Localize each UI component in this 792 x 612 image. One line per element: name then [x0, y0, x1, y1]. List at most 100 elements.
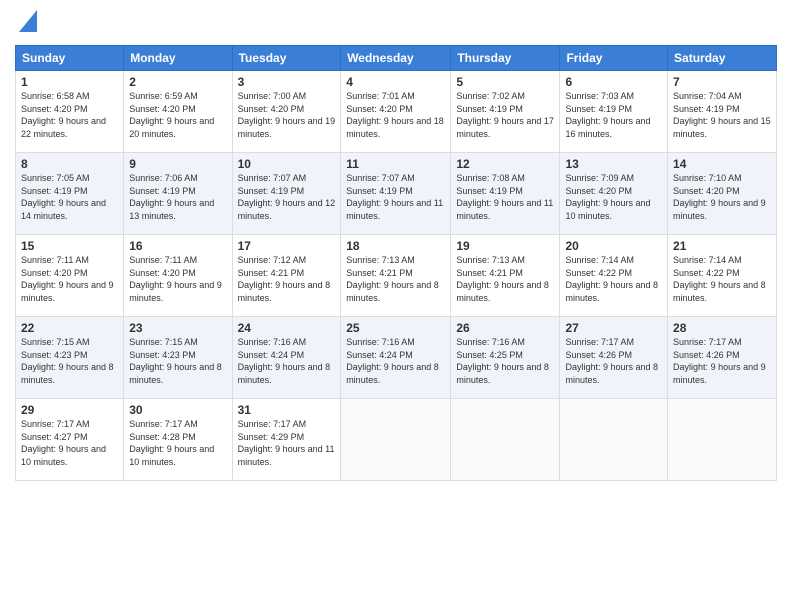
day-number: 13 [565, 157, 662, 171]
day-of-week-header: Friday [560, 46, 668, 71]
calendar-cell: 3Sunrise: 7:00 AMSunset: 4:20 PMDaylight… [232, 71, 341, 153]
day-number: 2 [129, 75, 226, 89]
logo-icon [19, 10, 37, 32]
calendar-cell [668, 399, 777, 481]
calendar-cell [451, 399, 560, 481]
day-info: Sunrise: 7:01 AMSunset: 4:20 PMDaylight:… [346, 90, 445, 140]
day-number: 23 [129, 321, 226, 335]
day-number: 27 [565, 321, 662, 335]
calendar-cell: 18Sunrise: 7:13 AMSunset: 4:21 PMDayligh… [341, 235, 451, 317]
day-number: 11 [346, 157, 445, 171]
day-number: 31 [238, 403, 336, 417]
calendar-cell: 25Sunrise: 7:16 AMSunset: 4:24 PMDayligh… [341, 317, 451, 399]
day-number: 14 [673, 157, 771, 171]
day-info: Sunrise: 7:07 AMSunset: 4:19 PMDaylight:… [346, 172, 445, 222]
day-number: 9 [129, 157, 226, 171]
day-info: Sunrise: 7:15 AMSunset: 4:23 PMDaylight:… [21, 336, 118, 386]
calendar-cell: 23Sunrise: 7:15 AMSunset: 4:23 PMDayligh… [124, 317, 232, 399]
day-number: 12 [456, 157, 554, 171]
day-info: Sunrise: 7:03 AMSunset: 4:19 PMDaylight:… [565, 90, 662, 140]
day-info: Sunrise: 7:14 AMSunset: 4:22 PMDaylight:… [565, 254, 662, 304]
day-of-week-header: Thursday [451, 46, 560, 71]
calendar-cell: 27Sunrise: 7:17 AMSunset: 4:26 PMDayligh… [560, 317, 668, 399]
day-info: Sunrise: 7:10 AMSunset: 4:20 PMDaylight:… [673, 172, 771, 222]
calendar-cell: 29Sunrise: 7:17 AMSunset: 4:27 PMDayligh… [16, 399, 124, 481]
logo [15, 10, 37, 37]
day-of-week-header: Wednesday [341, 46, 451, 71]
calendar-cell: 31Sunrise: 7:17 AMSunset: 4:29 PMDayligh… [232, 399, 341, 481]
calendar-cell: 5Sunrise: 7:02 AMSunset: 4:19 PMDaylight… [451, 71, 560, 153]
day-number: 25 [346, 321, 445, 335]
calendar-cell: 10Sunrise: 7:07 AMSunset: 4:19 PMDayligh… [232, 153, 341, 235]
calendar-cell: 24Sunrise: 7:16 AMSunset: 4:24 PMDayligh… [232, 317, 341, 399]
day-number: 21 [673, 239, 771, 253]
day-number: 30 [129, 403, 226, 417]
day-number: 7 [673, 75, 771, 89]
calendar-cell: 14Sunrise: 7:10 AMSunset: 4:20 PMDayligh… [668, 153, 777, 235]
page-container: SundayMondayTuesdayWednesdayThursdayFrid… [0, 0, 792, 612]
calendar-cell: 15Sunrise: 7:11 AMSunset: 4:20 PMDayligh… [16, 235, 124, 317]
calendar-cell: 19Sunrise: 7:13 AMSunset: 4:21 PMDayligh… [451, 235, 560, 317]
day-info: Sunrise: 7:06 AMSunset: 4:19 PMDaylight:… [129, 172, 226, 222]
day-info: Sunrise: 7:08 AMSunset: 4:19 PMDaylight:… [456, 172, 554, 222]
day-number: 28 [673, 321, 771, 335]
calendar-cell: 17Sunrise: 7:12 AMSunset: 4:21 PMDayligh… [232, 235, 341, 317]
day-number: 8 [21, 157, 118, 171]
day-number: 6 [565, 75, 662, 89]
day-of-week-header: Saturday [668, 46, 777, 71]
calendar-cell: 8Sunrise: 7:05 AMSunset: 4:19 PMDaylight… [16, 153, 124, 235]
day-info: Sunrise: 7:16 AMSunset: 4:25 PMDaylight:… [456, 336, 554, 386]
calendar-cell: 4Sunrise: 7:01 AMSunset: 4:20 PMDaylight… [341, 71, 451, 153]
day-info: Sunrise: 7:14 AMSunset: 4:22 PMDaylight:… [673, 254, 771, 304]
day-number: 17 [238, 239, 336, 253]
day-info: Sunrise: 7:07 AMSunset: 4:19 PMDaylight:… [238, 172, 336, 222]
day-info: Sunrise: 7:12 AMSunset: 4:21 PMDaylight:… [238, 254, 336, 304]
day-number: 15 [21, 239, 118, 253]
calendar-cell: 13Sunrise: 7:09 AMSunset: 4:20 PMDayligh… [560, 153, 668, 235]
day-info: Sunrise: 7:11 AMSunset: 4:20 PMDaylight:… [129, 254, 226, 304]
calendar-cell: 6Sunrise: 7:03 AMSunset: 4:19 PMDaylight… [560, 71, 668, 153]
day-number: 29 [21, 403, 118, 417]
day-info: Sunrise: 7:05 AMSunset: 4:19 PMDaylight:… [21, 172, 118, 222]
day-number: 24 [238, 321, 336, 335]
calendar-cell: 28Sunrise: 7:17 AMSunset: 4:26 PMDayligh… [668, 317, 777, 399]
day-number: 22 [21, 321, 118, 335]
day-info: Sunrise: 7:17 AMSunset: 4:28 PMDaylight:… [129, 418, 226, 468]
day-info: Sunrise: 7:11 AMSunset: 4:20 PMDaylight:… [21, 254, 118, 304]
day-info: Sunrise: 7:13 AMSunset: 4:21 PMDaylight:… [346, 254, 445, 304]
calendar-cell: 16Sunrise: 7:11 AMSunset: 4:20 PMDayligh… [124, 235, 232, 317]
day-info: Sunrise: 7:04 AMSunset: 4:19 PMDaylight:… [673, 90, 771, 140]
day-number: 1 [21, 75, 118, 89]
day-of-week-header: Tuesday [232, 46, 341, 71]
day-number: 4 [346, 75, 445, 89]
calendar-cell: 1Sunrise: 6:58 AMSunset: 4:20 PMDaylight… [16, 71, 124, 153]
day-of-week-header: Monday [124, 46, 232, 71]
header [15, 10, 777, 37]
calendar-cell [341, 399, 451, 481]
calendar-cell: 2Sunrise: 6:59 AMSunset: 4:20 PMDaylight… [124, 71, 232, 153]
day-info: Sunrise: 7:09 AMSunset: 4:20 PMDaylight:… [565, 172, 662, 222]
day-info: Sunrise: 7:16 AMSunset: 4:24 PMDaylight:… [238, 336, 336, 386]
calendar-cell: 26Sunrise: 7:16 AMSunset: 4:25 PMDayligh… [451, 317, 560, 399]
day-info: Sunrise: 6:59 AMSunset: 4:20 PMDaylight:… [129, 90, 226, 140]
calendar-cell: 11Sunrise: 7:07 AMSunset: 4:19 PMDayligh… [341, 153, 451, 235]
day-info: Sunrise: 7:13 AMSunset: 4:21 PMDaylight:… [456, 254, 554, 304]
calendar-table: SundayMondayTuesdayWednesdayThursdayFrid… [15, 45, 777, 481]
day-number: 10 [238, 157, 336, 171]
day-number: 16 [129, 239, 226, 253]
calendar-cell: 20Sunrise: 7:14 AMSunset: 4:22 PMDayligh… [560, 235, 668, 317]
day-number: 26 [456, 321, 554, 335]
calendar-cell: 22Sunrise: 7:15 AMSunset: 4:23 PMDayligh… [16, 317, 124, 399]
day-info: Sunrise: 7:15 AMSunset: 4:23 PMDaylight:… [129, 336, 226, 386]
day-info: Sunrise: 7:16 AMSunset: 4:24 PMDaylight:… [346, 336, 445, 386]
day-number: 19 [456, 239, 554, 253]
calendar-cell: 9Sunrise: 7:06 AMSunset: 4:19 PMDaylight… [124, 153, 232, 235]
day-info: Sunrise: 7:00 AMSunset: 4:20 PMDaylight:… [238, 90, 336, 140]
day-number: 5 [456, 75, 554, 89]
day-info: Sunrise: 7:02 AMSunset: 4:19 PMDaylight:… [456, 90, 554, 140]
day-info: Sunrise: 7:17 AMSunset: 4:26 PMDaylight:… [565, 336, 662, 386]
calendar-cell: 7Sunrise: 7:04 AMSunset: 4:19 PMDaylight… [668, 71, 777, 153]
calendar-cell: 12Sunrise: 7:08 AMSunset: 4:19 PMDayligh… [451, 153, 560, 235]
calendar-cell: 21Sunrise: 7:14 AMSunset: 4:22 PMDayligh… [668, 235, 777, 317]
day-number: 20 [565, 239, 662, 253]
